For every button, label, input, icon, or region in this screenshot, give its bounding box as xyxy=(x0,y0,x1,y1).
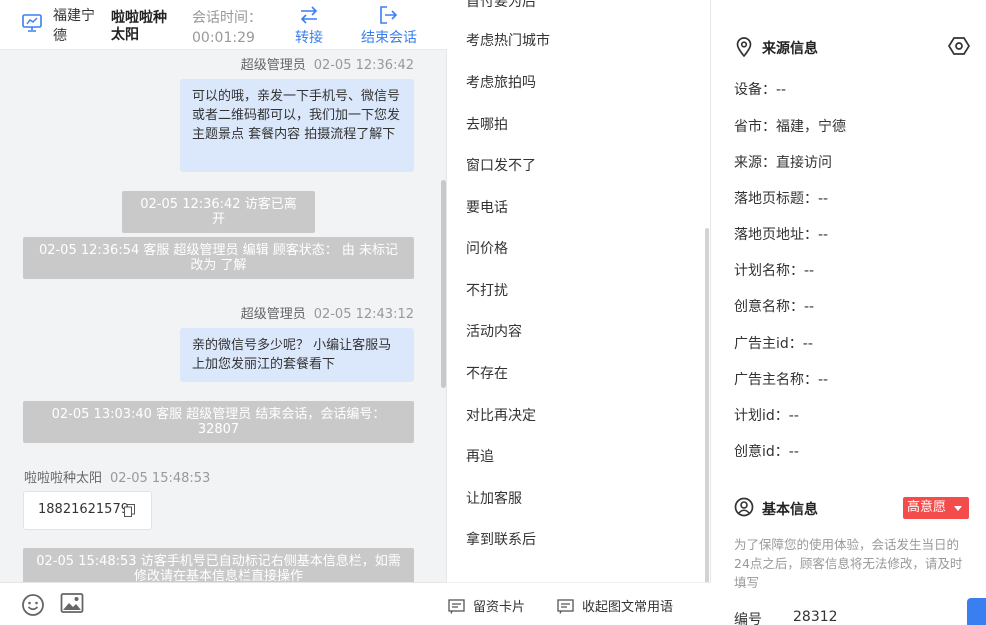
lead-card-button[interactable]: 留资卡片 xyxy=(448,596,525,615)
system-note: 02-05 12:36:54 客服 超级管理员 编辑 顾客状态： 由 未标记 改… xyxy=(23,237,414,279)
message-time: 02-05 15:48:53 xyxy=(110,471,211,486)
transfer-icon xyxy=(300,6,318,24)
phrase-item[interactable]: 去哪拍 xyxy=(466,114,508,134)
message-sender: 啦啦啦种太阳 xyxy=(24,471,103,486)
phrase-toolbar: 留资卡片 收起图文常用语 xyxy=(448,582,711,625)
source-origin: 来源：直接访问 xyxy=(734,155,832,171)
visitor-id-label: 编号 xyxy=(734,612,762,625)
session-time: 00:01:29 xyxy=(192,30,255,46)
message-list[interactable]: 超级管理员 02-05 12:36:42 可以的哦，亲发一下手机号、微信号或者二维… xyxy=(0,50,447,582)
chat-header: 福建宁德 啦啦啦种太阳 会话时间： 00:01:29 转接 结束会话 xyxy=(0,0,447,50)
message-icon xyxy=(557,599,574,614)
basic-info-note: 为了保障您的使用体验，会话发生当日的24点之后，顾客信息将无法修改，请及时填写 xyxy=(734,537,963,590)
image-icon[interactable] xyxy=(60,592,84,616)
exit-icon xyxy=(380,6,398,24)
message-meta: 啦啦啦种太阳 02-05 15:48:53 xyxy=(24,467,210,486)
message-bubble: 亲的微信号多少呢？ 小编让客服马上加您发丽江的套餐看下 xyxy=(180,328,414,382)
collapse-phrases-button[interactable]: 收起图文常用语 xyxy=(557,596,673,615)
transfer-button[interactable]: 转接 xyxy=(276,4,342,48)
visitor-region: 福建宁德 xyxy=(53,8,95,44)
location-icon xyxy=(734,37,754,58)
phrase-item[interactable]: 要电话 xyxy=(466,197,508,217)
source-plan-name: 计划名称：-- xyxy=(734,263,815,279)
phone-number-card[interactable]: 18821621579 xyxy=(23,491,152,530)
end-session-button[interactable]: 结束会话 xyxy=(356,4,422,48)
phrase-item-partial[interactable]: 首付要为后 xyxy=(466,0,536,11)
phrase-item[interactable]: 对比再决定 xyxy=(466,405,536,425)
source-landing-title: 落地页标题：-- xyxy=(734,191,829,207)
phrase-item[interactable]: 窗口发不了 xyxy=(466,155,536,175)
session-time-label: 会话时间： xyxy=(192,10,262,26)
phrase-item[interactable]: 不打扰 xyxy=(466,280,508,300)
user-icon xyxy=(734,497,754,517)
intent-dropdown[interactable]: 高意愿 xyxy=(903,497,969,519)
source-device: 设备：-- xyxy=(734,82,787,98)
message-sender: 超级管理员 xyxy=(240,307,306,322)
chat-panel: 福建宁德 啦啦啦种太阳 会话时间： 00:01:29 转接 结束会话 超级管理员… xyxy=(0,0,447,625)
settings-icon[interactable] xyxy=(947,35,971,57)
phrase-item[interactable]: 问价格 xyxy=(466,238,508,258)
caret-down-icon xyxy=(954,506,962,511)
quick-phrase-panel: 首付要为后 考虑热门城市 考虑旅拍吗 去哪拍 窗口发不了 要电话 问价格 不打扰… xyxy=(448,0,711,625)
emoji-icon[interactable] xyxy=(21,593,45,617)
source-advertiser-id: 广告主id：-- xyxy=(734,336,813,352)
source-creative-id: 创意id：-- xyxy=(734,444,799,460)
phrase-scrollbar[interactable] xyxy=(705,228,709,588)
phrase-item[interactable]: 考虑热门城市 xyxy=(466,30,550,50)
source-creative-name: 创意名称：-- xyxy=(734,299,815,315)
system-note: 02-05 13:03:40 客服 超级管理员 结束会话，会话编号：32807 xyxy=(23,401,414,443)
floating-action-button[interactable] xyxy=(967,598,986,625)
card-icon xyxy=(448,599,465,614)
message-time: 02-05 12:43:12 xyxy=(313,307,414,322)
visitor-name: 啦啦啦种太阳 xyxy=(111,10,167,43)
message-meta: 超级管理员 02-05 12:36:42 xyxy=(241,54,414,73)
phrase-item[interactable]: 考虑旅拍吗 xyxy=(466,72,536,92)
phrase-item[interactable]: 拿到联系后 xyxy=(466,529,536,549)
source-info-title: 来源信息 xyxy=(762,41,818,57)
monitor-icon xyxy=(22,14,42,32)
copy-icon[interactable] xyxy=(124,504,135,517)
intent-value: 高意愿 xyxy=(907,500,947,515)
visitor-id-value: 28312 xyxy=(793,609,838,625)
chat-toolbar xyxy=(0,582,447,625)
phrase-item[interactable]: 不存在 xyxy=(466,363,508,383)
basic-info-title: 基本信息 xyxy=(762,502,818,518)
info-panel: 来源信息 设备：-- 省市：福建，宁德 来源：直接访问 落地页标题：-- 落地页… xyxy=(712,0,986,625)
source-landing-url: 落地页地址：-- xyxy=(734,227,829,243)
message-meta: 超级管理员 02-05 12:43:12 xyxy=(241,303,414,322)
message-sender: 超级管理员 xyxy=(240,58,306,73)
phrase-item[interactable]: 活动内容 xyxy=(466,321,522,341)
collapse-phrases-label: 收起图文常用语 xyxy=(582,600,674,615)
source-advertiser-name: 广告主名称：-- xyxy=(734,372,829,388)
system-note: 02-05 15:48:53 访客手机号已自动标记右侧基本信息栏，如需修改请在基… xyxy=(23,548,414,582)
system-note: 02-05 12:36:42 访客已离开 xyxy=(122,191,315,233)
end-session-label: 结束会话 xyxy=(361,30,417,46)
phrase-item[interactable]: 再追 xyxy=(466,446,494,466)
source-plan-id: 计划id：-- xyxy=(734,408,799,424)
chat-scrollbar[interactable] xyxy=(441,180,446,388)
transfer-label: 转接 xyxy=(295,30,323,46)
phone-number: 18821621579 xyxy=(38,502,129,517)
lead-card-label: 留资卡片 xyxy=(473,600,526,615)
phrase-item[interactable]: 让加客服 xyxy=(466,488,522,508)
message-bubble: 可以的哦，亲发一下手机号、微信号或者二维码都可以，我们加一下您发主题景点 套餐内… xyxy=(180,79,414,172)
source-province: 省市：福建，宁德 xyxy=(734,119,846,135)
message-time: 02-05 12:36:42 xyxy=(313,58,414,73)
